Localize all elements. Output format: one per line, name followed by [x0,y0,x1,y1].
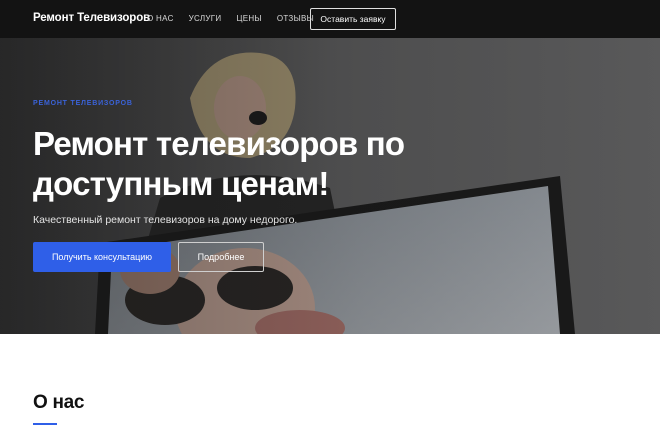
main-nav: О НАС УСЛУГИ ЦЕНЫ ОТЗЫВЫ [147,14,329,23]
leave-request-button[interactable]: Оставить заявку [310,8,396,30]
hero-section: Ремонт телевизоров Ремонт телевизоров по… [0,38,660,334]
hero-subtitle: Качественный ремонт телевизоров на дому … [33,214,298,226]
nav-item-prices[interactable]: ЦЕНЫ [236,14,261,23]
about-section-title: О нас [33,392,85,413]
get-consultation-button[interactable]: Получить консультацию [33,242,171,272]
hero-title: Ремонт телевизоров по доступным ценам! [33,125,405,202]
title-underline [33,423,57,425]
top-navbar: Ремонт Телевизоров О НАС УСЛУГИ ЦЕНЫ ОТЗ… [0,0,660,38]
nav-item-about[interactable]: О НАС [147,14,174,23]
hero-kicker: Ремонт телевизоров [33,100,133,107]
nav-item-services[interactable]: УСЛУГИ [189,14,222,23]
more-info-button[interactable]: Подробнее [178,242,264,272]
site-logo[interactable]: Ремонт Телевизоров [33,12,150,24]
nav-item-reviews[interactable]: ОТЗЫВЫ [277,14,314,23]
